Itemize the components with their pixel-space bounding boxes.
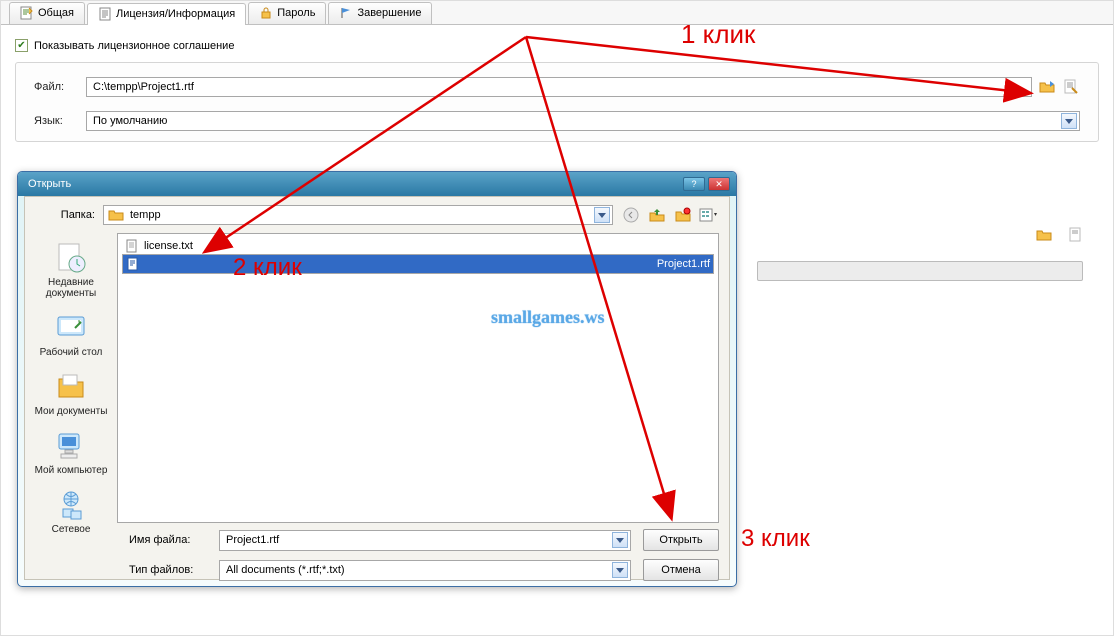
filename-label: Имя файла: [129,534,207,546]
readonly-field [757,261,1083,281]
help-button[interactable]: ? [683,177,705,191]
back-button[interactable] [621,205,641,225]
language-label: Язык: [34,115,86,127]
filename-input[interactable]: Project1.rtf [219,530,631,551]
place-label: Недавние документы [27,277,115,299]
tab-label: Лицензия/Информация [116,8,235,20]
tab-password[interactable]: Пароль [248,2,326,24]
file-name: Project1.rtf [657,258,710,270]
filetype-value: All documents (*.rtf;*.txt) [226,564,345,576]
edit-file-button[interactable] [1062,78,1080,96]
place-label: Мои документы [35,406,108,417]
filetype-select[interactable]: All documents (*.rtf;*.txt) [219,560,631,581]
filename-value: Project1.rtf [226,534,279,546]
up-folder-button[interactable] [647,205,667,225]
file-item[interactable]: Project1.rtf [122,254,714,274]
tab-finish[interactable]: Завершение [328,2,432,24]
text-file-icon [125,239,139,253]
network-icon [54,488,88,522]
tab-label: Пароль [277,7,315,19]
file-item[interactable]: license.txt [122,238,714,254]
browse-file-button[interactable] [1038,78,1056,96]
browse-file-button-2[interactable] [1035,226,1053,244]
flag-icon [339,6,353,20]
computer-icon [54,429,88,463]
place-label: Мой компьютер [35,465,108,476]
rtf-file-icon [126,257,140,271]
chevron-down-icon [612,532,628,548]
chevron-down-icon [612,562,628,578]
file-label: Файл: [34,81,86,93]
dialog-titlebar[interactable]: Открыть ? ✕ [18,172,736,196]
places-bar: Недавние документы Рабочий стол Мои доку… [25,233,117,523]
place-label: Рабочий стол [40,347,103,358]
new-folder-button[interactable] [673,205,693,225]
license-panel: Файл: Язык: По умолчанию [15,62,1099,142]
folder-label: Папка: [35,209,95,221]
tab-license[interactable]: Лицензия/Информация [87,3,246,25]
place-recent[interactable]: Недавние документы [27,241,115,299]
folder-select[interactable]: tempp [103,205,613,225]
language-select[interactable]: По умолчанию [86,111,1080,131]
show-license-label: Показывать лицензионное соглашение [34,40,234,52]
tab-strip: Общая Лицензия/Информация Пароль Заверше… [1,1,1113,25]
open-file-dialog: Открыть ? ✕ Папка: tempp [17,171,737,587]
folder-icon [108,208,124,222]
documents-icon [54,370,88,404]
dialog-title: Открыть [28,178,71,190]
chevron-down-icon [1061,113,1077,129]
tab-label: Завершение [357,7,421,19]
file-list[interactable]: license.txt Project1.rtf [117,233,719,523]
place-computer[interactable]: Мой компьютер [35,429,108,476]
file-name: license.txt [144,240,193,252]
license-icon [98,7,112,21]
annotation-3: 3 клик [741,525,810,553]
place-desktop[interactable]: Рабочий стол [40,311,103,358]
place-label: Сетевое [52,524,91,535]
close-button[interactable]: ✕ [708,177,730,191]
desktop-icon [54,311,88,345]
filetype-label: Тип файлов: [129,564,207,576]
edit-icon [20,6,34,20]
cancel-button[interactable]: Отмена [643,559,719,581]
chevron-down-icon [594,207,610,223]
show-license-checkbox[interactable]: ✔ [15,39,28,52]
edit-file-button-2[interactable] [1067,226,1085,244]
lock-icon [259,6,273,20]
recent-icon [54,241,88,275]
place-network[interactable]: Сетевое [52,488,91,535]
open-button[interactable]: Открыть [643,529,719,551]
file-path-input[interactable] [86,77,1032,97]
tab-label: Общая [38,7,74,19]
language-value: По умолчанию [93,115,167,127]
folder-value: tempp [130,209,588,221]
tab-general[interactable]: Общая [9,2,85,24]
place-documents[interactable]: Мои документы [35,370,108,417]
view-menu-button[interactable] [699,205,719,225]
